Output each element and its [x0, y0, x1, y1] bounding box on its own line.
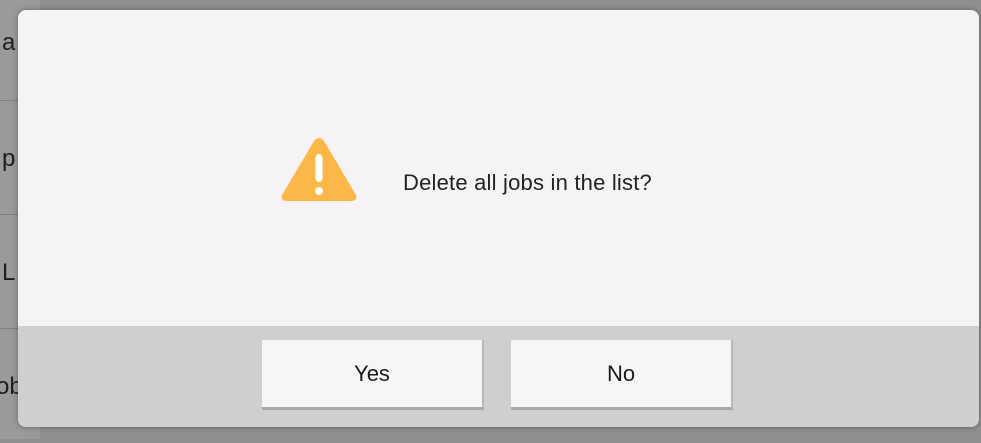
dialog-body: Delete all jobs in the list? — [18, 10, 979, 326]
list-item-text: p — [2, 145, 16, 172]
list-item-text: a — [2, 29, 16, 56]
dialog-footer: Yes No — [18, 326, 979, 427]
list-item-text: L — [2, 259, 16, 286]
yes-button[interactable]: Yes — [262, 340, 484, 410]
dialog-message: Delete all jobs in the list? — [403, 170, 652, 195]
warning-triangle-icon — [281, 138, 357, 201]
no-button[interactable]: No — [511, 340, 733, 410]
confirm-delete-dialog: Delete all jobs in the list? Yes No — [18, 10, 979, 427]
